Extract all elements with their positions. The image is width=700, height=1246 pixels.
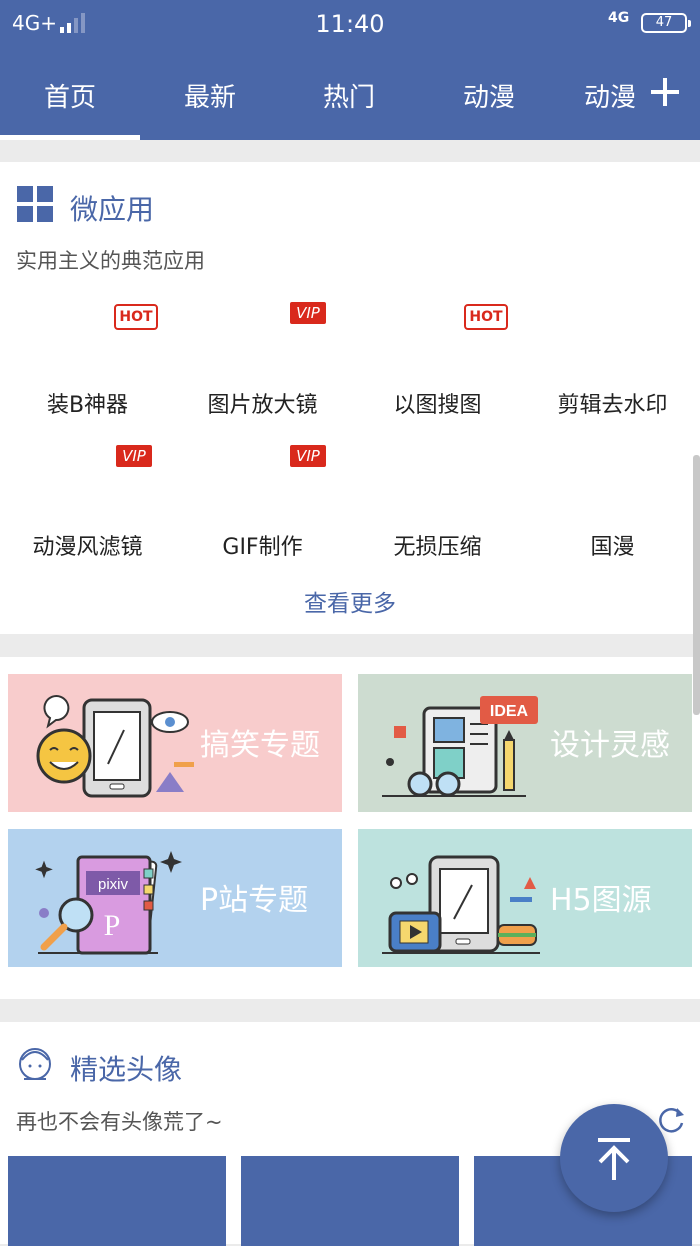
hot-badge: HOT	[464, 304, 508, 330]
svg-text:P: P	[104, 909, 121, 942]
micro-apps-section: 微应用 实用主义的典范应用 HOT VIP HOT 装B神器 图片放大镜 以图搜…	[0, 162, 700, 634]
tab-home[interactable]: 首页	[44, 77, 96, 114]
app-item[interactable]: 动漫风滤镜	[0, 529, 175, 561]
h5-illustration	[382, 855, 540, 954]
pixiv-illustration: pixiv P	[35, 851, 182, 955]
vip-badge: VIP	[290, 445, 326, 467]
design-illustration: IDEA	[382, 696, 538, 797]
tab-anime-2[interactable]: 动漫	[584, 77, 636, 114]
pixiv-logo: pixiv	[98, 876, 129, 893]
view-more-link[interactable]: 查看更多	[0, 584, 700, 618]
hot-badge: HOT	[114, 304, 158, 330]
section-title: 精选头像	[70, 1053, 183, 1086]
tab-hot[interactable]: 热门	[323, 77, 375, 114]
vip-badge: VIP	[116, 445, 152, 467]
back-to-top-button[interactable]	[560, 1104, 668, 1212]
battery-icon: 47	[641, 13, 691, 33]
topic-card-h5[interactable]: H5图源	[358, 829, 692, 967]
network-indicator-right: 4G	[608, 10, 630, 26]
tab-latest[interactable]: 最新	[184, 77, 236, 114]
vip-badge: VIP	[290, 302, 326, 324]
tab-anime[interactable]: 动漫	[463, 77, 515, 114]
add-tab-icon[interactable]	[651, 78, 679, 106]
idea-badge: IDEA	[490, 703, 529, 720]
app-item[interactable]: 以图搜图	[350, 387, 525, 419]
app-item[interactable]: 图片放大镜	[175, 387, 350, 419]
app-item[interactable]: 国漫	[525, 529, 700, 561]
app-item[interactable]: 装B神器	[0, 387, 175, 419]
topic-card-funny[interactable]: 搞笑专题	[8, 674, 342, 812]
topic-label: 搞笑专题	[200, 728, 320, 763]
topic-card-design[interactable]: IDEA 设计灵感	[358, 674, 692, 812]
grid-icon	[17, 186, 53, 222]
topic-card-pixiv[interactable]: pixiv P P站专题	[8, 829, 342, 967]
avatar-tile[interactable]	[8, 1156, 226, 1246]
app-item[interactable]: 剪辑去水印	[525, 387, 700, 419]
topic-label: P站专题	[200, 883, 309, 918]
topic-label: H5图源	[550, 883, 652, 918]
topic-label: 设计灵感	[550, 728, 670, 763]
category-tab-bar: 首页 最新 热门 动漫 动漫	[0, 47, 700, 140]
status-bar: 4G+ 11:40 4G 47	[0, 0, 700, 47]
topics-section: 搞笑专题 IDEA 设计灵感 pixiv P P站专题 H5图源	[0, 657, 700, 999]
active-tab-indicator	[0, 135, 140, 140]
funny-illustration	[36, 695, 194, 798]
arrow-up-icon	[598, 1138, 630, 1180]
section-subtitle: 实用主义的典范应用	[16, 249, 205, 273]
section-title: 微应用	[70, 193, 155, 226]
app-item[interactable]: GIF制作	[175, 529, 350, 561]
scrollbar[interactable]	[693, 455, 700, 715]
clock: 11:40	[315, 10, 385, 38]
avatar-face-icon	[19, 1048, 51, 1080]
section-subtitle: 再也不会有头像荒了~	[16, 1110, 223, 1134]
app-item[interactable]: 无损压缩	[350, 529, 525, 561]
avatar-tile[interactable]	[241, 1156, 459, 1246]
